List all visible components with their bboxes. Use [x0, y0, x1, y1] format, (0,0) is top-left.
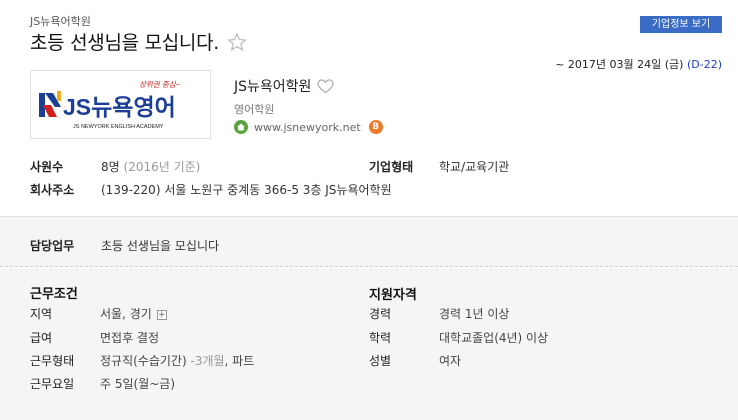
worktype-value: 정규직(수습기간)	[100, 354, 187, 368]
homepage-row: www.jsnewyork.net B	[234, 120, 383, 134]
company-name-small[interactable]: JS뉴욕어학원	[30, 13, 91, 29]
duty-section: 담당업무 초등 선생님을 모십니다	[0, 216, 738, 267]
star-icon[interactable]	[227, 31, 247, 52]
workdays-value: 주 5일(월~금)	[100, 377, 176, 391]
logo-sub-text: JS NEWYORK ENGLISH ACADEMY	[73, 124, 164, 130]
dday-close: )	[717, 58, 722, 71]
salary-value: 면접후 결정	[100, 331, 160, 345]
education-label: 학력	[369, 331, 392, 345]
address-value: (139-220) 서울 노원구 중계동 366-5 3층 JS뉴욕어학원	[101, 183, 392, 197]
corp-type-row: 기업형태 학교/교육기관	[369, 158, 709, 174]
plus-icon[interactable]: +	[156, 310, 167, 320]
education-value: 대학교졸업(4년) 이상	[439, 331, 549, 345]
gender-label: 성별	[369, 354, 392, 368]
region-value: 서울, 경기	[100, 307, 152, 321]
employees-row: 사원수 8명 (2016년 기준)	[30, 158, 360, 174]
career-value: 경력 1년 이상	[439, 307, 510, 321]
employees-label: 사원수	[30, 160, 64, 174]
qual-row-education: 학력 대학교졸업(4년) 이상	[369, 329, 709, 345]
details-section: 근무조건 지역 서울, 경기 + 급여 면접후 결정 근무형태 정규직(수습기간)…	[0, 268, 738, 420]
worktype-label: 근무형태	[30, 354, 75, 368]
heart-icon[interactable]	[317, 78, 335, 94]
salary-label: 급여	[30, 331, 53, 345]
qual-row-career: 경력 경력 1년 이상	[369, 305, 709, 321]
home-icon[interactable]	[234, 120, 248, 134]
gender-value: 여자	[439, 354, 462, 368]
worktype-note: -3개월	[190, 354, 225, 368]
company-name[interactable]: JS뉴욕어학원	[234, 76, 311, 96]
blog-icon[interactable]: B	[368, 120, 383, 134]
logo-slogan: 상위권 중심~	[139, 80, 181, 89]
corp-type-label: 기업형태	[369, 160, 414, 174]
company-name-row: JS뉴욕어학원	[234, 76, 335, 96]
dday-badge: D-22	[691, 58, 718, 71]
region-label: 지역	[30, 307, 53, 321]
logo-main-text: JS뉴욕영어	[63, 94, 176, 120]
deadline-date: ~ 2017년 03월 24일 (금)	[555, 58, 687, 71]
title-row: 초등 선생님을 모십니다.	[30, 28, 247, 55]
conditions-title: 근무조건	[30, 287, 78, 302]
duty-label: 담당업무	[30, 239, 75, 253]
condition-row-workdays: 근무요일 주 5일(월~금)	[30, 375, 350, 391]
duty-value: 초등 선생님을 모십니다	[101, 239, 220, 253]
condition-row-salary: 급여 면접후 결정	[30, 329, 350, 345]
condition-row-region: 지역 서울, 경기 +	[30, 305, 350, 321]
qual-row-gender: 성별 여자	[369, 352, 709, 368]
company-type: 영어학원	[234, 103, 275, 116]
workdays-label: 근무요일	[30, 377, 75, 391]
employees-value: 8명	[101, 160, 120, 174]
job-title: 초등 선생님을 모십니다.	[30, 32, 220, 54]
company-info-button[interactable]: 기업정보 보기	[640, 16, 722, 33]
company-logo[interactable]: 상위권 중심~ JS뉴욕영어 JS NEWYORK ENGLISH ACADEM…	[30, 70, 211, 139]
career-label: 경력	[369, 307, 392, 321]
job-header: JS뉴욕어학원 초등 선생님을 모십니다. 기업정보 보기 ~ 2017년 03…	[0, 0, 738, 216]
homepage-link[interactable]: www.jsnewyork.net	[254, 121, 361, 134]
employees-note: (2016년 기준)	[123, 160, 201, 174]
address-row: 회사주소 (139-220) 서울 노원구 중계동 366-5 3층 JS뉴욕어…	[30, 181, 710, 197]
qualifications-title: 지원자격	[369, 288, 417, 303]
corp-type-value: 학교/교육기관	[439, 160, 510, 174]
address-label: 회사주소	[30, 183, 75, 197]
condition-row-worktype: 근무형태 정규직(수습기간) -3개월, 파트	[30, 352, 350, 368]
worktype-suffix: , 파트	[224, 354, 255, 368]
deadline: ~ 2017년 03월 24일 (금) (D-22)	[555, 56, 722, 72]
